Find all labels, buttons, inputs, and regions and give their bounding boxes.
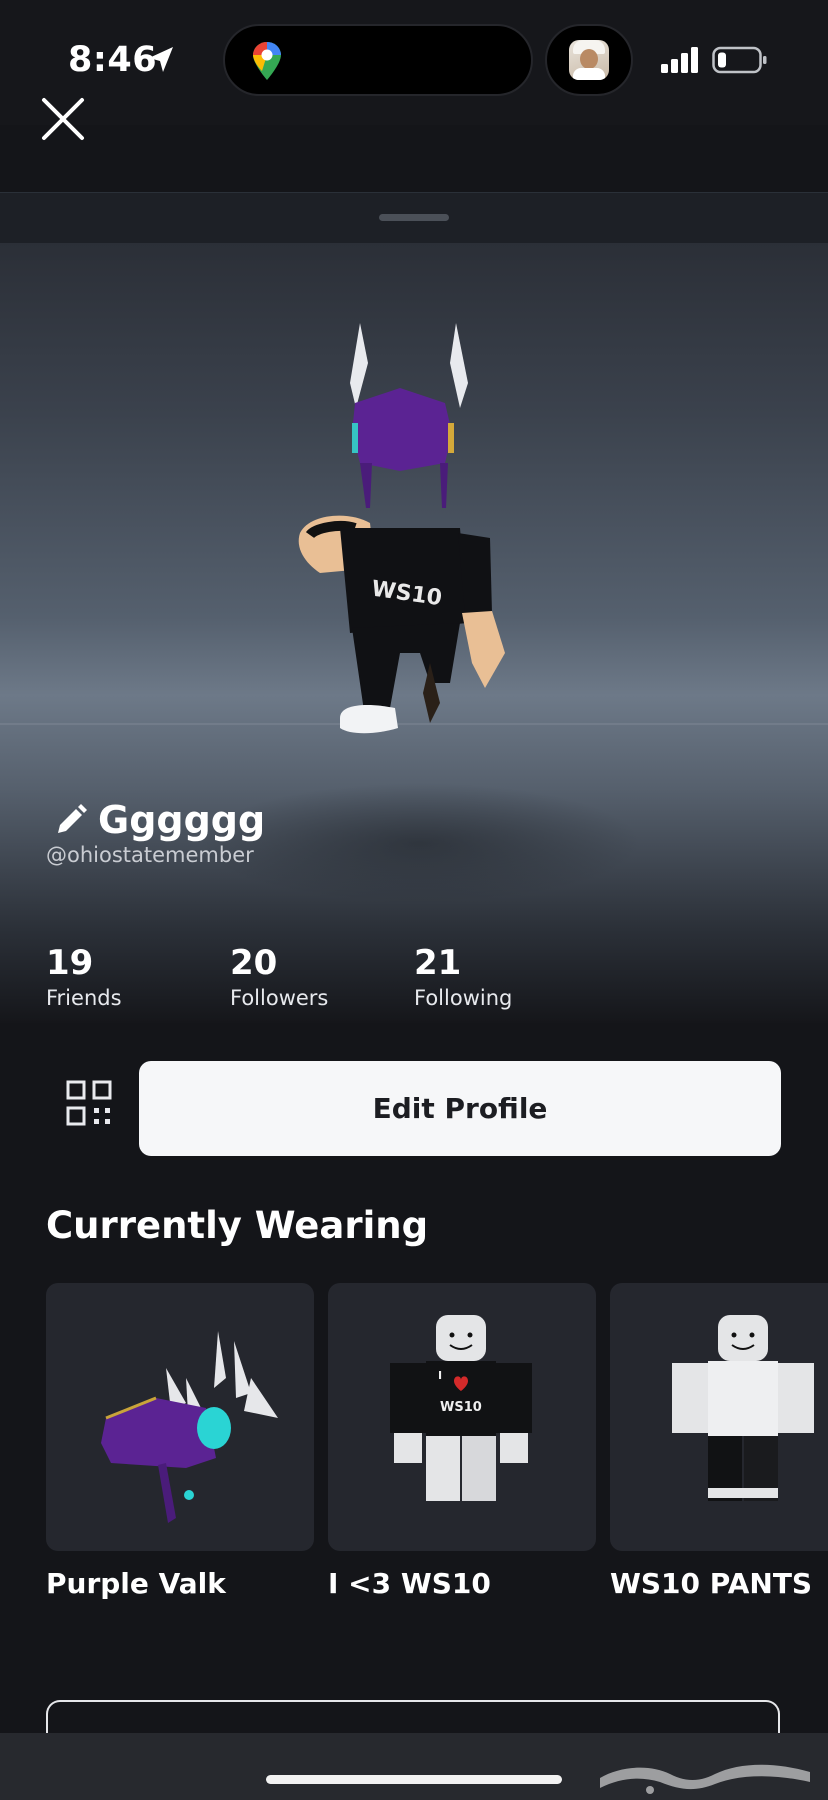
stat-label: Friends [46, 986, 122, 1010]
stat-label: Following [414, 986, 513, 1010]
ws10-shirt-avatar-image: I WS10 [390, 1315, 532, 1501]
item-thumbnail [46, 1283, 314, 1551]
item-shirt-text: WS10 [440, 1400, 482, 1415]
avatar-stage: WS10 Gggggg @ohiostatemember 19 Friends … [0, 243, 828, 1023]
svg-text:I: I [438, 1369, 442, 1382]
ws10-pants-avatar-image [672, 1315, 814, 1501]
stat-value: 20 [230, 943, 278, 983]
display-name-row: Gggggg [54, 798, 265, 842]
contact-activity[interactable] [545, 24, 633, 96]
stat-friends[interactable]: 19 Friends [46, 943, 230, 1010]
wearing-item-i-love-ws10[interactable]: I WS10 I <3 WS10 [328, 1283, 596, 1600]
wearing-carousel[interactable]: Purple Valk I WS10 I <3 WS10 WS10 PANTS [46, 1283, 828, 1623]
qr-code-icon[interactable] [66, 1080, 112, 1126]
close-icon[interactable] [38, 94, 88, 144]
username: @ohiostatemember [46, 843, 254, 867]
profile-stats: 19 Friends 20 Followers 21 Following [46, 943, 598, 1010]
watermark-logo [600, 1764, 810, 1794]
stat-value: 19 [46, 943, 94, 983]
stat-following[interactable]: 21 Following [414, 943, 598, 1010]
sheet-header [0, 192, 828, 243]
location-arrow-icon [149, 47, 173, 72]
item-name: I <3 WS10 [328, 1567, 491, 1600]
wearing-item-purple-valk[interactable]: Purple Valk [46, 1283, 314, 1600]
contact-avatar-icon [569, 40, 609, 80]
avatar-3d-figure[interactable]: WS10 [280, 323, 540, 743]
battery-icon [712, 46, 767, 74]
item-name: Purple Valk [46, 1567, 226, 1600]
item-thumbnail: I WS10 [328, 1283, 596, 1551]
item-name: WS10 PANTS [610, 1567, 813, 1600]
item-thumbnail [610, 1283, 828, 1551]
status-bar: 8:46 [0, 0, 828, 125]
status-time: 8:46 [68, 40, 158, 80]
cellular-signal-icon [661, 47, 698, 73]
stat-label: Followers [230, 986, 329, 1010]
home-indicator[interactable] [266, 1775, 562, 1784]
dynamic-island [223, 24, 533, 96]
wearing-item-ws10-pants[interactable]: WS10 PANTS [610, 1283, 828, 1600]
edit-profile-button[interactable]: Edit Profile [139, 1061, 781, 1156]
display-name: Gggggg [98, 798, 266, 842]
google-maps-icon [253, 42, 281, 80]
pencil-edit-icon[interactable] [54, 803, 88, 837]
purple-valk-helm-image [101, 1331, 278, 1523]
stat-followers[interactable]: 20 Followers [230, 943, 414, 1010]
stat-value: 21 [414, 943, 462, 983]
currently-wearing-title: Currently Wearing [46, 1204, 429, 1247]
drag-handle[interactable] [379, 214, 449, 221]
